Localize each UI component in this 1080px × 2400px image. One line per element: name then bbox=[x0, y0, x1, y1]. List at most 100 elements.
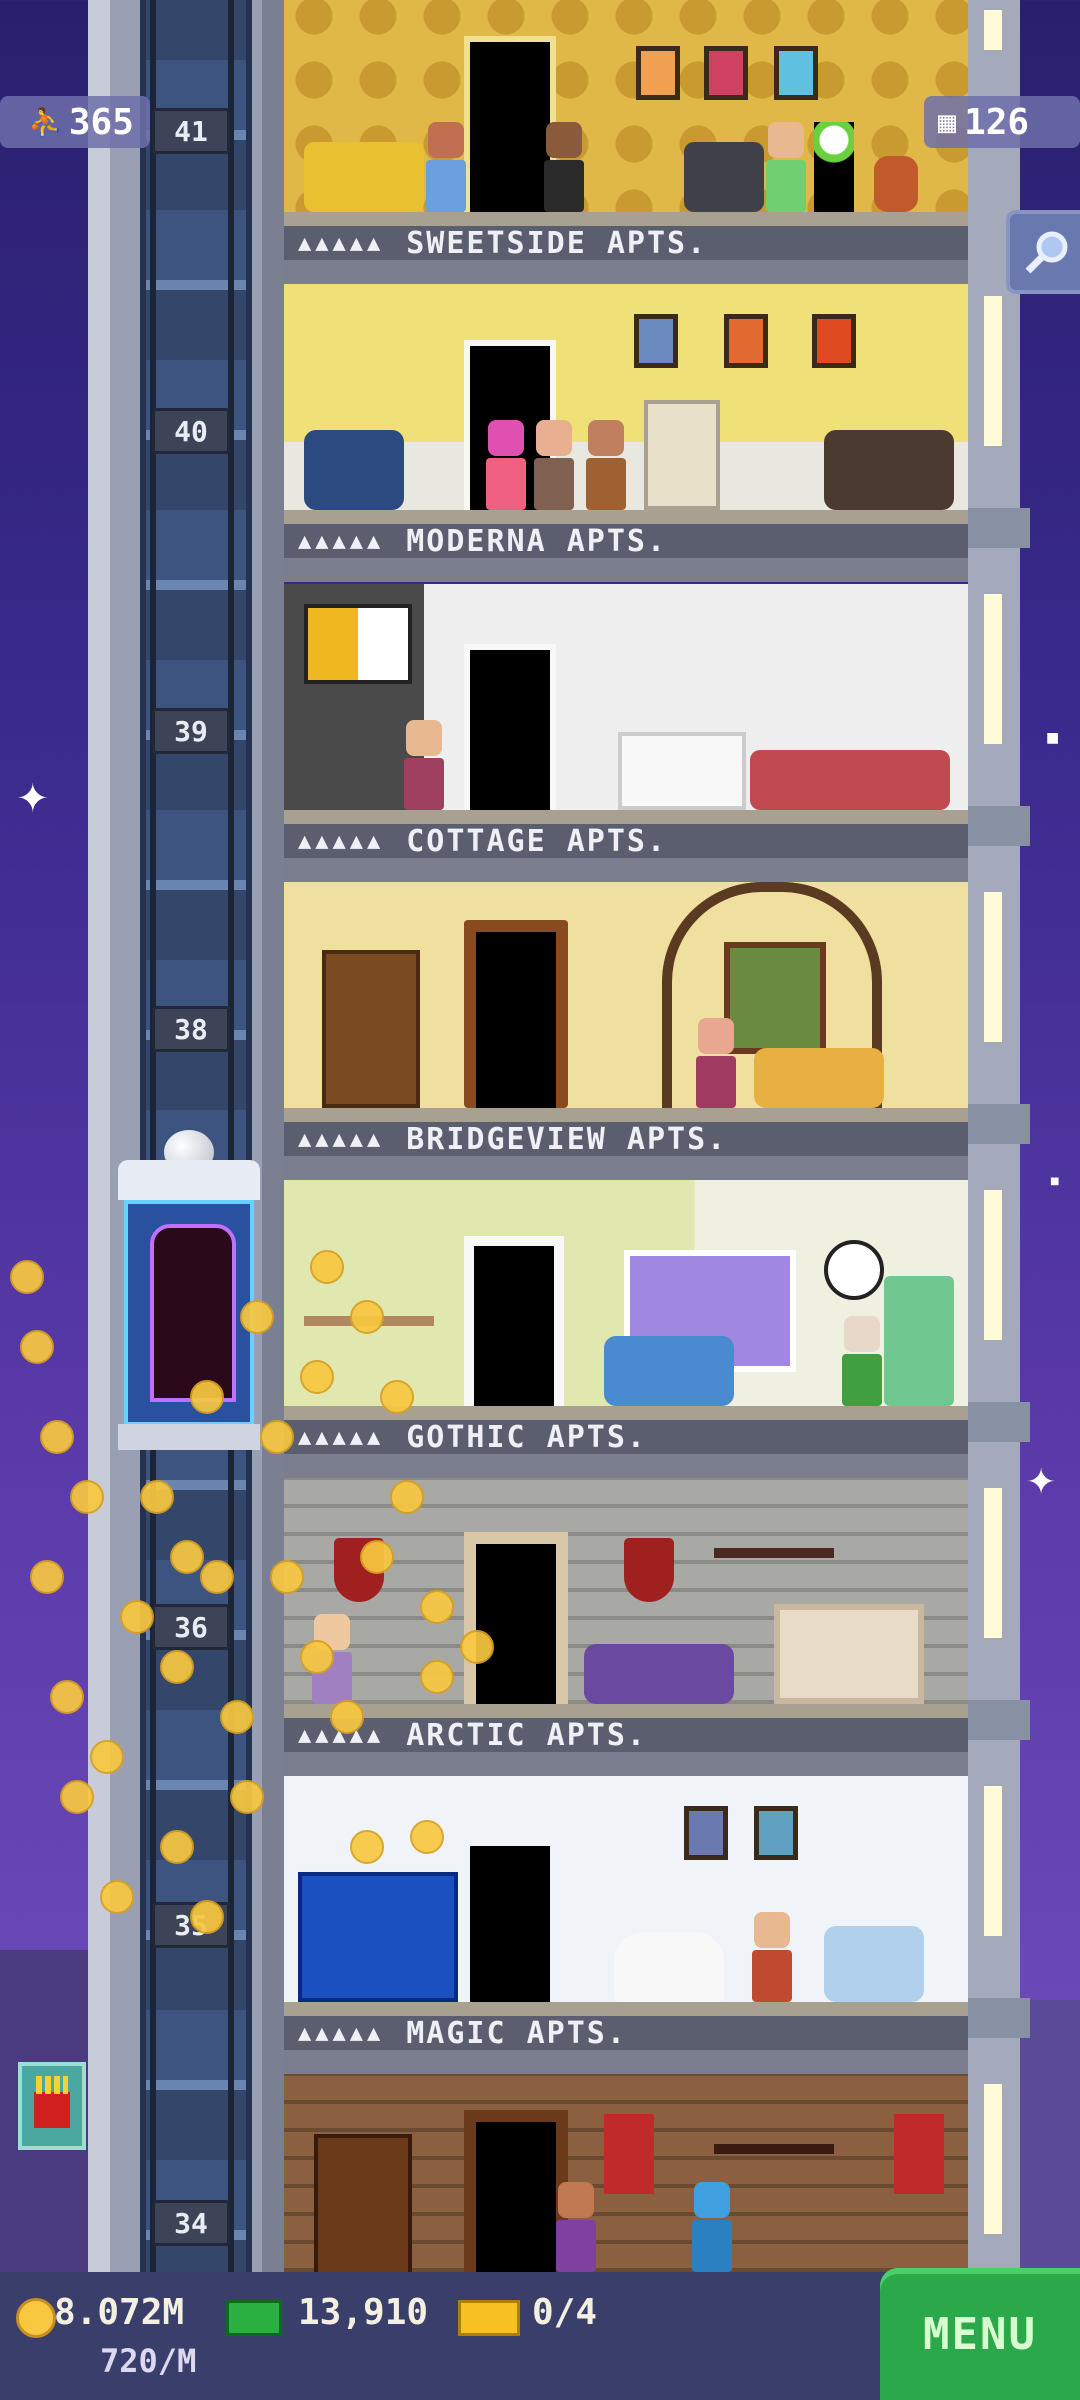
floor-arctic[interactable]: ▲▲▲▲▲ ARCTIC APTS. bbox=[284, 1478, 968, 1776]
resident[interactable] bbox=[532, 420, 576, 510]
floor-name-bar: ▲▲▲▲▲ MAGIC APTS. bbox=[284, 2015, 968, 2051]
rating-dots: ▲▲▲▲▲ bbox=[298, 1424, 385, 1450]
floor-name: SWEETSIDE APTS. bbox=[406, 225, 708, 261]
coin-icon bbox=[10, 1260, 44, 1294]
floor-number-38: 38 bbox=[152, 1006, 230, 1052]
floor-name-bar: ▲▲▲▲▲ BRIDGEVIEW APTS. bbox=[284, 1121, 968, 1157]
coin-icon bbox=[220, 1700, 254, 1734]
rating-dots: ▲▲▲▲▲ bbox=[298, 528, 385, 554]
star-icon: ✦ bbox=[1026, 1462, 1057, 1503]
resident[interactable] bbox=[690, 2182, 734, 2272]
floor-divider bbox=[284, 260, 968, 284]
coins-value: 8.072M bbox=[54, 2292, 185, 2333]
door bbox=[464, 2110, 568, 2272]
chandelier bbox=[714, 1498, 834, 1558]
resident[interactable] bbox=[694, 1018, 738, 1108]
floor-name-bar: ▲▲▲▲▲ GOTHIC APTS. bbox=[284, 1419, 968, 1455]
armchair bbox=[824, 1926, 924, 2002]
floor-number-34: 34 bbox=[152, 2200, 230, 2246]
search-button[interactable] bbox=[1006, 210, 1080, 294]
rating-dots: ▲▲▲▲▲ bbox=[298, 828, 385, 854]
coin-icon bbox=[330, 1700, 364, 1734]
star-icon: ■ bbox=[1050, 1176, 1060, 1187]
coin-icon bbox=[170, 1540, 204, 1574]
coin-icon bbox=[90, 1740, 124, 1774]
floor-bridgeview[interactable]: ▲▲▲▲▲ BRIDGEVIEW APTS. bbox=[284, 882, 968, 1180]
population-value: 365 bbox=[68, 101, 134, 143]
resident[interactable] bbox=[584, 420, 628, 510]
floor-divider bbox=[284, 2050, 968, 2074]
floor-moderna[interactable]: ▲▲▲▲▲ MODERNA APTS. bbox=[284, 284, 968, 582]
portrait-frame bbox=[636, 46, 680, 100]
floor-name: MAGIC APTS. bbox=[406, 2015, 627, 2051]
portrait-frame bbox=[704, 46, 748, 100]
bookshelf bbox=[322, 950, 420, 1108]
door bbox=[464, 1236, 564, 1406]
sofa bbox=[304, 142, 424, 212]
elevator-door bbox=[150, 1224, 236, 1402]
room-interior bbox=[284, 2074, 968, 2272]
floor-sweetside[interactable]: ▲▲▲▲▲ SWEETSIDE APTS. bbox=[284, 0, 968, 284]
picture-frame bbox=[634, 314, 678, 368]
resident[interactable] bbox=[840, 1316, 884, 1406]
floor-cottage[interactable]: ▲▲▲▲▲ COTTAGE APTS. bbox=[284, 584, 968, 882]
portrait-frame bbox=[774, 46, 818, 100]
room-interior bbox=[284, 1478, 968, 1704]
resident[interactable] bbox=[554, 2182, 598, 2272]
floor-magic[interactable]: ▲▲▲▲▲ MAGIC APTS. bbox=[284, 1776, 968, 2074]
menu-button[interactable]: MENU bbox=[880, 2268, 1080, 2400]
shaft-rail bbox=[262, 0, 284, 2272]
polar-bear bbox=[614, 1932, 724, 2002]
coin-icon bbox=[310, 1250, 344, 1284]
floor-name: COTTAGE APTS. bbox=[406, 823, 668, 859]
wall-art bbox=[304, 604, 412, 684]
resident[interactable] bbox=[750, 1912, 794, 2002]
resident[interactable] bbox=[424, 122, 468, 212]
armchair bbox=[684, 142, 764, 212]
coin-icon bbox=[390, 1480, 424, 1514]
floor-34[interactable] bbox=[284, 2074, 968, 2272]
floor-divider bbox=[284, 1752, 968, 1776]
resident[interactable] bbox=[484, 420, 528, 510]
chandelier bbox=[714, 2094, 834, 2154]
floor-divider bbox=[284, 558, 968, 582]
sofa bbox=[304, 430, 404, 510]
sofa bbox=[604, 1336, 734, 1406]
star-icon: ✦ bbox=[16, 776, 50, 822]
coin-icon bbox=[190, 1380, 224, 1414]
coin-icon bbox=[120, 1600, 154, 1634]
elevator-base bbox=[118, 1424, 260, 1450]
coin-rate-value: 720/M bbox=[100, 2342, 197, 2380]
elevator-car[interactable] bbox=[118, 1130, 260, 1450]
floor-number-40: 40 bbox=[152, 408, 230, 454]
fries-card-icon[interactable] bbox=[18, 2062, 86, 2150]
floor-name: BRIDGEVIEW APTS. bbox=[406, 1121, 728, 1157]
vase bbox=[874, 156, 918, 212]
coin-icon bbox=[460, 1630, 494, 1664]
floor-name: GOTHIC APTS. bbox=[406, 1419, 647, 1455]
coin-icon bbox=[70, 1480, 104, 1514]
coin-icon bbox=[140, 1480, 174, 1514]
resident[interactable] bbox=[402, 720, 446, 810]
floor-gothic[interactable]: ▲▲▲▲▲ GOTHIC APTS. bbox=[284, 1180, 968, 1478]
population-counter[interactable]: ⛹ 365 bbox=[0, 96, 150, 148]
ticket-icon bbox=[458, 2300, 520, 2336]
floor-name-bar: ▲▲▲▲▲ COTTAGE APTS. bbox=[284, 823, 968, 859]
room-interior bbox=[284, 882, 968, 1108]
floor-number-41: 41 bbox=[152, 108, 230, 154]
coin-icon bbox=[350, 1300, 384, 1334]
resident[interactable] bbox=[542, 122, 586, 212]
coin-icon bbox=[100, 1880, 134, 1914]
computer bbox=[644, 400, 720, 510]
sofa bbox=[824, 430, 954, 510]
picture-frame bbox=[684, 1806, 728, 1860]
magnifier-icon bbox=[1025, 231, 1068, 274]
floors-value: 126 bbox=[964, 101, 1030, 143]
floor-number-36: 36 bbox=[152, 1604, 230, 1650]
bux-value: 13,910 bbox=[298, 2292, 429, 2333]
city-silhouette bbox=[1020, 2000, 1080, 2280]
rating-dots: ▲▲▲▲▲ bbox=[298, 1126, 385, 1152]
resident[interactable] bbox=[764, 122, 808, 212]
floors-counter[interactable]: ▦ 126 bbox=[924, 96, 1080, 148]
coin-icon bbox=[420, 1660, 454, 1694]
